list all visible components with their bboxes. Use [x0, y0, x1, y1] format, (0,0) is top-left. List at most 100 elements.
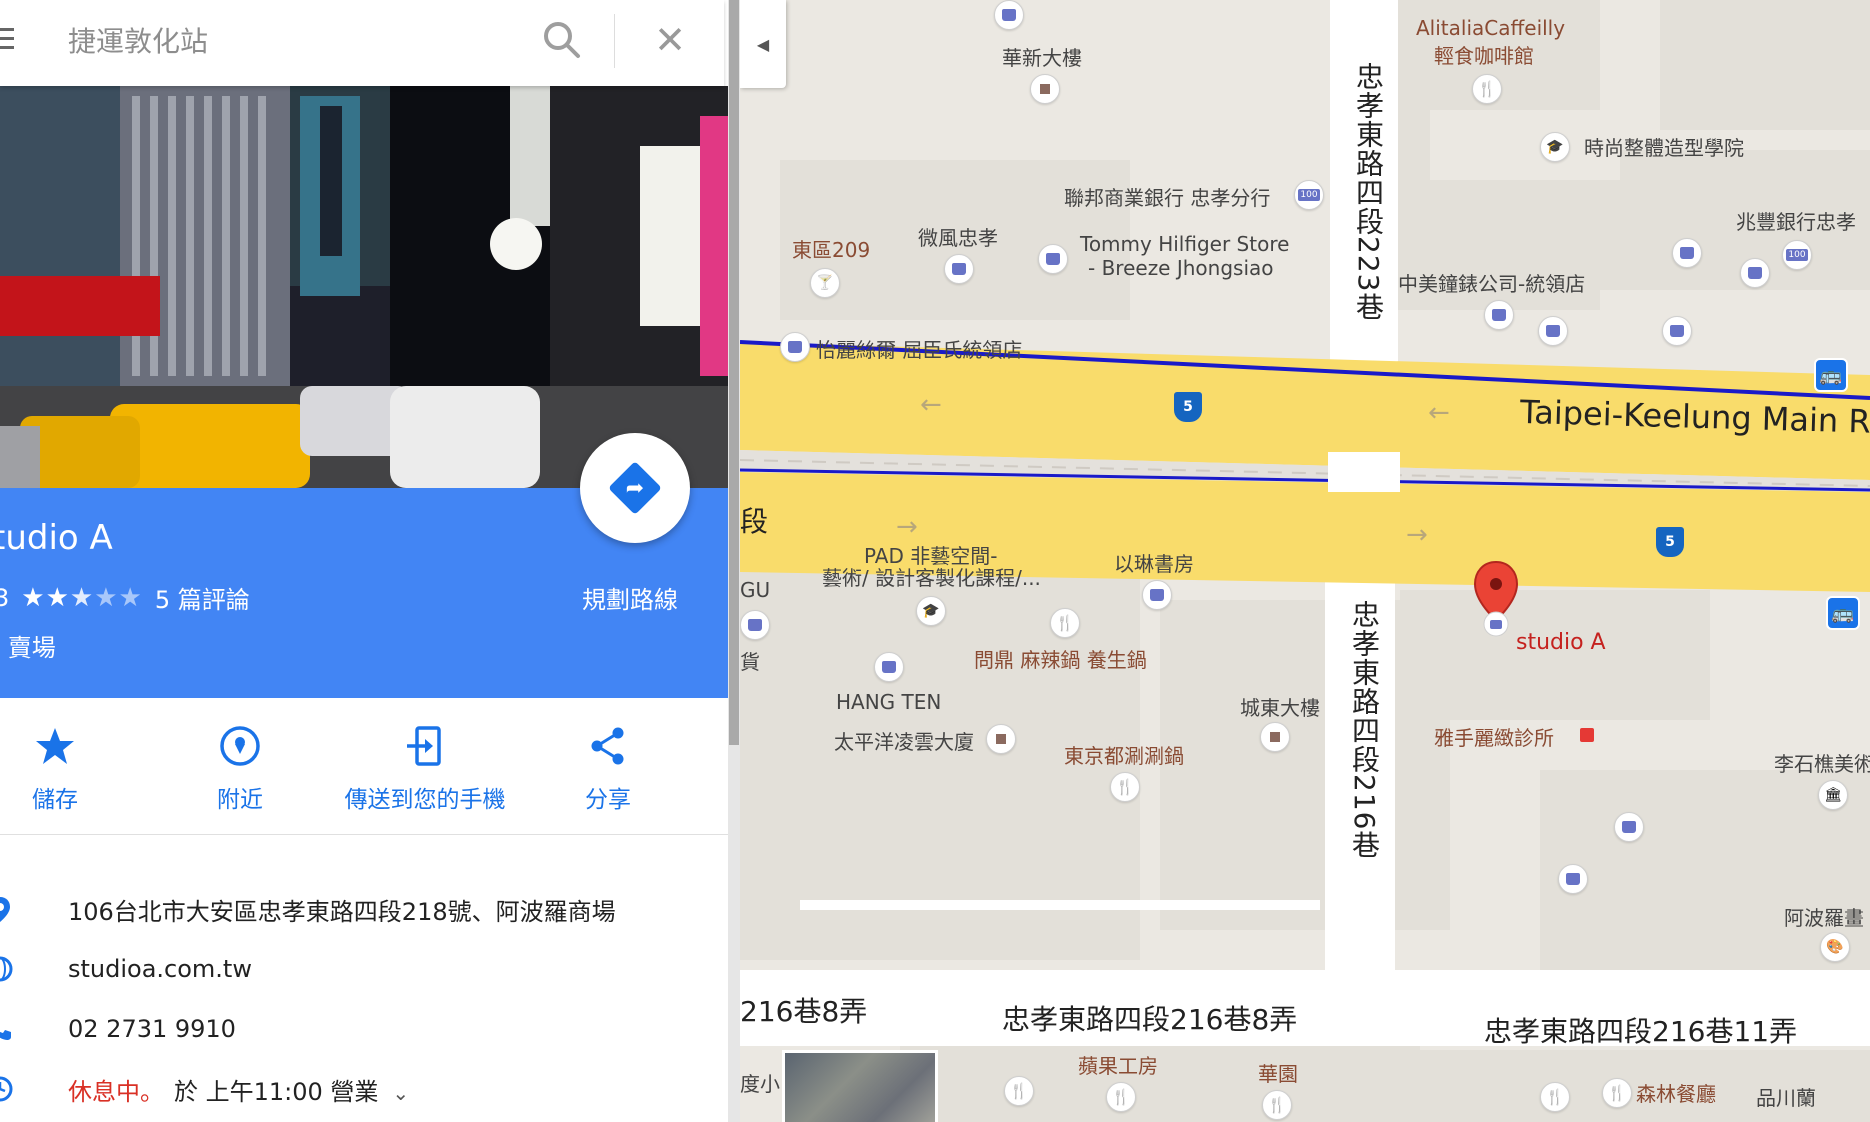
poi-label-yilin[interactable]: 以琳書房: [1114, 548, 1194, 577]
place-title: tudio A: [0, 518, 113, 558]
selected-place-marker-icon[interactable]: [1472, 560, 1520, 638]
directions-button[interactable]: ➦: [580, 433, 690, 543]
poi-label-pad-sub[interactable]: 藝術/ 設計客製化課程/...: [822, 562, 1041, 591]
restaurant-icon[interactable]: [1106, 1082, 1136, 1112]
school-icon[interactable]: [916, 596, 946, 626]
hours-row[interactable]: 休息中。於 上午11:00 營業 ⌄: [0, 1062, 728, 1116]
shopping-icon[interactable]: [1538, 316, 1568, 346]
poi-label-apple[interactable]: 蘋果工房: [1078, 1050, 1158, 1079]
vertical-road-bottom-label: 忠孝東路四段216巷: [1348, 600, 1381, 860]
shopping-icon[interactable]: [1740, 258, 1770, 288]
poi-label-lishiqiao[interactable]: 李石樵美術: [1774, 748, 1870, 777]
phone-text: 02 2731 9910: [68, 1015, 236, 1043]
poi-label-studio-a[interactable]: studio A: [1516, 630, 1606, 655]
shopping-icon[interactable]: [1672, 238, 1702, 268]
closed-status: 休息中: [68, 1077, 140, 1106]
poi-label-pinchuan[interactable]: 品川蘭: [1756, 1082, 1816, 1111]
poi-label-tommy[interactable]: Tommy Hilfiger Store: [1080, 232, 1289, 256]
map-canvas[interactable]: Taipei-Keelung Main Ro 段 忠孝東路四段223巷 忠孝東路…: [740, 0, 1870, 1122]
restaurant-icon[interactable]: [1472, 74, 1502, 104]
museum-icon[interactable]: [1818, 780, 1848, 810]
rating-row: 3 ★★★★★ 5 篇評論: [0, 580, 250, 615]
search-icon[interactable]: [540, 18, 584, 62]
poi-label-yili[interactable]: 怡麗絲爾 屈臣氏統領店: [816, 334, 1022, 363]
poi-label-clinic[interactable]: 雅手麗緻診所: [1434, 722, 1554, 751]
poi-label-pacific[interactable]: 太平洋凌雲大廈: [834, 726, 974, 755]
shopping-icon[interactable]: [1038, 244, 1068, 274]
shopping-icon[interactable]: [740, 610, 770, 640]
restaurant-icon[interactable]: [1004, 1076, 1034, 1106]
shopping-icon[interactable]: [1614, 812, 1644, 842]
restaurant-icon[interactable]: [1110, 772, 1140, 802]
building-icon[interactable]: [1260, 722, 1290, 752]
poi-label-east209[interactable]: 東區209: [792, 234, 870, 263]
menu-icon[interactable]: [0, 28, 14, 55]
directions-label[interactable]: 規劃路線: [582, 580, 678, 615]
share-button[interactable]: 分享: [548, 698, 668, 834]
search-input[interactable]: 捷運敦化站: [68, 20, 208, 60]
poi-label-huo[interactable]: 貨: [740, 646, 760, 675]
action-divider: [0, 834, 728, 835]
location-pin-icon: [0, 897, 10, 922]
poi-label-chengdong[interactable]: 城東大樓: [1240, 692, 1320, 721]
scrollbar-thumb[interactable]: [729, 0, 739, 745]
collapse-panel-button[interactable]: ◀: [740, 0, 786, 88]
poi-label-alitalia[interactable]: AlitaliaCaffeilly: [1416, 16, 1565, 40]
art-gallery-icon[interactable]: [1820, 932, 1850, 962]
shopping-icon[interactable]: [1558, 864, 1588, 894]
shopping-icon[interactable]: [874, 652, 904, 682]
bank-icon[interactable]: [1782, 240, 1812, 270]
status-dot: 。: [140, 1077, 164, 1106]
bar-icon[interactable]: [810, 268, 840, 298]
poi-label-tommy-sub[interactable]: - Breeze Jhongsiao: [1088, 256, 1274, 280]
poi-label-alitalia-sub[interactable]: 輕食咖啡館: [1434, 40, 1534, 69]
school-icon[interactable]: [1540, 132, 1570, 162]
bus-stop-icon[interactable]: 🚌: [1826, 596, 1860, 630]
poi-label-weifeng[interactable]: 微風忠孝: [918, 222, 998, 251]
review-count-link[interactable]: 5 篇評論: [155, 580, 250, 615]
poi-label-senlin[interactable]: 森林餐廳: [1636, 1078, 1716, 1107]
poi-label-huayuan[interactable]: 華園: [1258, 1058, 1298, 1087]
clinic-icon[interactable]: [1572, 720, 1602, 750]
shopping-icon[interactable]: [1142, 580, 1172, 610]
poi-label-xiaosmall[interactable]: 度小: [740, 1068, 780, 1097]
shopping-icon[interactable]: [780, 332, 810, 362]
restaurant-icon[interactable]: [1602, 1078, 1632, 1108]
save-button[interactable]: 儲存: [0, 698, 115, 834]
phone-row[interactable]: 02 2731 9910: [0, 1002, 728, 1056]
search-box: 捷運敦化站 ✕: [0, 0, 724, 86]
satellite-toggle-thumbnail[interactable]: [782, 1050, 938, 1122]
website-link[interactable]: studioa.com.tw: [68, 955, 252, 983]
chevron-down-icon[interactable]: ⌄: [392, 1081, 409, 1105]
bank-icon[interactable]: [1294, 180, 1324, 210]
nearby-button[interactable]: 附近: [180, 698, 300, 834]
restaurant-icon[interactable]: [1540, 1082, 1570, 1112]
shopping-icon[interactable]: [1662, 316, 1692, 346]
send-to-phone-button[interactable]: 傳送到您的手機: [330, 698, 520, 834]
poi-label-sino-clock[interactable]: 中美鐘錶公司-統領店: [1398, 268, 1585, 297]
poi-label-union-bank[interactable]: 聯邦商業銀行 忠孝分行: [1064, 182, 1270, 211]
restaurant-icon[interactable]: [1050, 608, 1080, 638]
building-icon[interactable]: [1030, 74, 1060, 104]
globe-icon: [0, 956, 13, 982]
poi-label-gu[interactable]: GU: [740, 578, 770, 602]
bus-stop-icon[interactable]: 🚌: [1814, 358, 1848, 392]
shopping-icon[interactable]: [1484, 300, 1514, 330]
place-photo[interactable]: [0, 86, 728, 488]
building-icon[interactable]: [986, 724, 1016, 754]
restaurant-icon[interactable]: [1262, 1090, 1292, 1120]
shopping-icon[interactable]: [944, 254, 974, 284]
poi-label-wending[interactable]: 問鼎 麻辣鍋 養生鍋: [974, 644, 1147, 673]
place-category[interactable]: : 賣場: [0, 628, 56, 663]
website-row[interactable]: studioa.com.tw: [0, 942, 728, 996]
poi-label-hangten[interactable]: HANG TEN: [836, 690, 941, 714]
poi-label-apollo[interactable]: 阿波羅畫: [1784, 902, 1864, 931]
poi-label-huaxin[interactable]: 華新大樓: [1002, 42, 1082, 71]
shopping-icon[interactable]: [994, 0, 1024, 30]
poi-label-fashion-school[interactable]: 時尚整體造型學院: [1584, 132, 1744, 161]
poi-label-zhaofeng[interactable]: 兆豐銀行忠孝: [1736, 206, 1856, 235]
address-row[interactable]: 106台北市大安區忠孝東路四段218號、阿波羅商場: [0, 882, 728, 936]
close-icon[interactable]: ✕: [648, 18, 692, 62]
panel-scrollbar[interactable]: [728, 0, 740, 1122]
poi-label-tokyo[interactable]: 東京都涮涮鍋: [1064, 740, 1184, 769]
